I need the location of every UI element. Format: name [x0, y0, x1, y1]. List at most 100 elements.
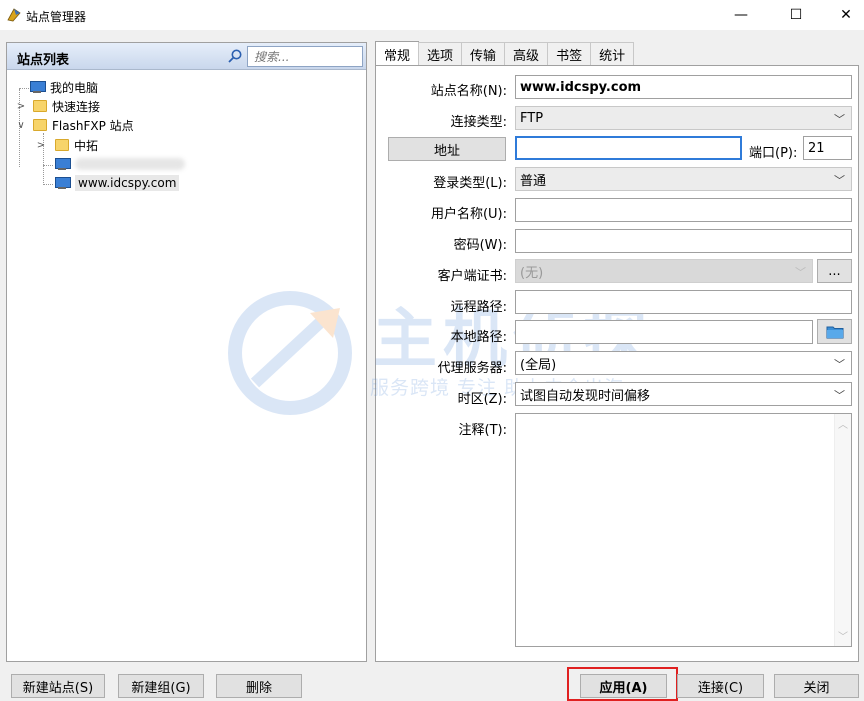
port-label: 端口(P): — [749, 146, 798, 161]
maximize-button[interactable]: ☐ — [773, 0, 819, 30]
password-label-cell: 密码(W): — [380, 231, 507, 253]
address-input[interactable] — [515, 136, 742, 160]
proxy-label-cell: 代理服务器: — [380, 354, 507, 376]
tree-guide-line — [43, 184, 53, 185]
folder-icon — [33, 100, 47, 112]
collapse-arrow-icon[interactable]: ∨ — [15, 120, 27, 131]
chevron-down-icon: ﹀ — [834, 389, 845, 402]
username-input[interactable] — [515, 198, 852, 222]
search-input[interactable] — [247, 46, 363, 67]
chevron-down-icon: ﹀ — [834, 358, 845, 371]
new-group-button[interactable]: 新建组(G) — [118, 674, 204, 698]
notes-textarea[interactable]: ︿ ﹀ — [515, 413, 852, 647]
site-name-label: 站点名称(N): — [430, 84, 507, 99]
tree-item-flashfxp-sites[interactable]: ∨ FlashFXP 站点 — [15, 115, 134, 135]
chevron-down-icon: ﹀ — [834, 174, 845, 187]
computer-icon — [29, 81, 46, 93]
blurred-site-label — [75, 158, 185, 170]
notes-scrollbar[interactable]: ︿ ﹀ — [834, 414, 851, 646]
client-cert-value: (无) — [520, 265, 544, 281]
window-title: 站点管理器 — [26, 10, 87, 24]
chevron-down-icon: ﹀ — [834, 113, 845, 126]
timezone-select[interactable]: 试图自动发现时间偏移 ﹀ — [515, 382, 852, 406]
login-type-label: 登录类型(L): — [433, 176, 507, 191]
minimize-button[interactable]: — — [718, 0, 764, 30]
new-site-button[interactable]: 新建站点(S) — [11, 674, 105, 698]
expand-arrow-icon[interactable]: > — [15, 101, 27, 112]
local-path-label: 本地路径: — [450, 330, 507, 345]
conn-type-select[interactable]: FTP ﹀ — [515, 106, 852, 130]
delete-button[interactable]: 删除 — [216, 674, 302, 698]
tree-item-label: 我的电脑 — [50, 80, 99, 95]
login-type-select[interactable]: 普通 ﹀ — [515, 167, 852, 191]
folder-open-icon — [826, 326, 843, 338]
tab-statistics[interactable]: 统计 — [590, 42, 635, 66]
tab-options[interactable]: 选项 — [418, 42, 463, 66]
client-cert-label: 客户端证书: — [437, 269, 507, 284]
password-label: 密码(W): — [453, 238, 507, 253]
password-input[interactable] — [515, 229, 852, 253]
computer-icon — [54, 177, 71, 189]
site-name-field[interactable]: www.idcspy.com — [515, 75, 852, 99]
chevron-down-icon: ﹀ — [795, 266, 806, 279]
scroll-up-icon[interactable]: ︿ — [838, 416, 848, 431]
tab-bookmarks[interactable]: 书签 — [547, 42, 592, 66]
tree-item-my-computer[interactable]: 我的电脑 — [29, 77, 98, 97]
site-list-header: 站点列表 — [7, 43, 366, 70]
site-name-label-cell: 站点名称(N): — [380, 77, 507, 99]
local-path-label-cell: 本地路径: — [380, 323, 507, 345]
timezone-label-cell: 时区(Z): — [380, 385, 507, 407]
folder-icon — [33, 119, 47, 131]
tree-item-label: 快速连接 — [52, 99, 101, 114]
login-type-label-cell: 登录类型(L): — [380, 169, 507, 191]
search-icon[interactable] — [227, 48, 243, 64]
proxy-value: (全局) — [520, 357, 557, 373]
login-type-value: 普通 — [520, 173, 547, 189]
tree-item-idcspy[interactable]: www.idcspy.com — [54, 173, 180, 193]
tab-advanced[interactable]: 高级 — [504, 42, 549, 66]
username-label-cell: 用户名称(U): — [380, 200, 507, 222]
client-cert-browse-button[interactable]: ... — [817, 259, 852, 283]
username-label: 用户名称(U): — [430, 207, 507, 222]
tree-item-label: FlashFXP 站点 — [52, 118, 134, 133]
proxy-select[interactable]: (全局) ﹀ — [515, 351, 852, 375]
close-window-button[interactable]: ✕ — [823, 0, 864, 30]
notes-label: 注释(T): — [458, 423, 507, 438]
app-logo-icon — [7, 8, 21, 22]
folder-icon — [55, 139, 69, 151]
tree-item-hidden-site[interactable] — [54, 154, 185, 174]
site-list-title: 站点列表 — [17, 53, 70, 68]
notes-label-cell: 注释(T): — [380, 416, 507, 438]
address-button[interactable]: 地址 — [388, 137, 506, 161]
local-path-input[interactable] — [515, 320, 813, 344]
scroll-down-icon[interactable]: ﹀ — [838, 628, 848, 643]
tree-item-label: www.idcspy.com — [75, 175, 180, 191]
tab-general[interactable]: 常规 — [375, 41, 420, 66]
conn-type-label: 连接类型: — [450, 115, 507, 130]
connect-button[interactable]: 连接(C) — [677, 674, 764, 698]
timezone-value: 试图自动发现时间偏移 — [520, 388, 651, 404]
remote-path-label-cell: 远程路径: — [380, 293, 507, 315]
remote-path-input[interactable] — [515, 290, 852, 314]
computer-icon — [54, 158, 71, 170]
tree-item-quick-connect[interactable]: > 快速连接 — [15, 96, 100, 116]
tab-transfer[interactable]: 传输 — [461, 42, 506, 66]
client-cert-label-cell: 客户端证书: — [380, 262, 507, 284]
conn-type-label-cell: 连接类型: — [380, 108, 507, 130]
tree-guide-line — [43, 165, 53, 166]
apply-highlight-box — [567, 667, 678, 701]
proxy-label: 代理服务器: — [437, 361, 507, 376]
close-button[interactable]: 关闭 — [774, 674, 859, 698]
local-path-browse-button[interactable] — [817, 319, 852, 344]
site-list-panel: 站点列表 我的电脑 > 快速连接 ∨ FlashFXP 站点 > 中拓 — [6, 42, 367, 662]
tree-item-label: 中拓 — [74, 138, 99, 153]
tree-item-zhongtuo[interactable]: > 中拓 — [35, 135, 98, 155]
timezone-label: 时区(Z): — [457, 392, 507, 407]
remote-path-label: 远程路径: — [450, 300, 507, 315]
conn-type-value: FTP — [520, 110, 544, 126]
port-input[interactable]: 21 — [803, 136, 852, 160]
client-cert-select: (无) ﹀ — [515, 259, 813, 283]
settings-tabs: 常规 选项 传输 高级 书签 统计 — [375, 41, 635, 66]
expand-arrow-icon[interactable]: > — [35, 140, 47, 151]
title-bar: 站点管理器 — ☐ ✕ — [0, 0, 864, 30]
